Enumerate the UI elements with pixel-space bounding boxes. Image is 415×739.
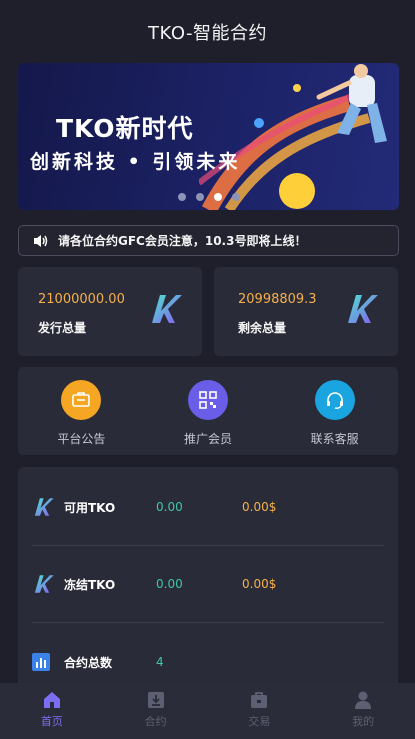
home-icon: [43, 692, 60, 708]
stat-card-remaining: 20998809.3 剩余总量: [214, 267, 398, 356]
tab-profile[interactable]: 我的: [311, 683, 415, 739]
action-announcement-label: 平台公告: [57, 432, 106, 446]
tko-logo-icon: [152, 295, 182, 323]
balance-panel: 可用TKO 0.00 0.00$ 冻结TKO 0.00 0.00$ 合约总数 4: [18, 467, 398, 697]
qrcode-icon: [187, 380, 228, 420]
tab-label: 合约: [144, 715, 167, 728]
stat-card-total-issued: 21000000.00 发行总量: [18, 267, 202, 356]
balance-value: 0.00$: [242, 577, 277, 591]
tab-label: 首页: [40, 715, 63, 728]
announcement-icon: [61, 380, 102, 420]
contract-icon: [147, 692, 164, 708]
carousel-dot[interactable]: [196, 193, 204, 201]
speaker-icon: [34, 234, 48, 247]
bar-chart-icon: [32, 653, 50, 671]
remaining-value: 20998809.3: [238, 292, 317, 307]
banner-illustration: [199, 64, 387, 210]
carousel-indicator: [178, 193, 240, 201]
tab-trade[interactable]: 交易: [208, 683, 312, 739]
carousel-dot[interactable]: [178, 193, 186, 201]
tko-logo-icon: [34, 498, 54, 516]
tko-logo-icon: [34, 575, 54, 593]
tab-home[interactable]: 首页: [0, 683, 104, 739]
carousel-dot-active[interactable]: [214, 193, 222, 201]
contract-total-label: 合约总数: [64, 655, 113, 670]
balance-amount: 0.00: [156, 577, 183, 591]
action-contact-support-label: 联系客服: [310, 432, 359, 446]
action-announcement[interactable]: 平台公告: [26, 380, 136, 447]
balance-name: 可用TKO: [64, 500, 116, 515]
row-divider: [32, 622, 384, 623]
balance-name: 冻结TKO: [64, 577, 116, 592]
total-issued-label: 发行总量: [38, 321, 87, 335]
banner-subtitle: 创新科技 • 引领未来: [30, 151, 241, 173]
row-divider: [32, 545, 384, 546]
user-icon: [355, 691, 372, 709]
carousel-dot[interactable]: [232, 193, 240, 201]
total-issued-value: 21000000.00: [38, 292, 125, 307]
action-promote-member-label: 推广会员: [183, 432, 232, 446]
notice-bar[interactable]: 请各位合约GFC会员注意，10.3号即将上线！: [18, 225, 399, 256]
balance-row-frozen[interactable]: 冻结TKO 0.00 0.00$: [32, 572, 384, 596]
headset-icon: [314, 380, 355, 420]
app-header: TKO-智能合约: [0, 0, 415, 64]
remaining-label: 剩余总量: [238, 321, 287, 335]
quick-actions-panel: 平台公告 推广会员 联系客服: [18, 367, 398, 455]
contract-total-row[interactable]: 合约总数 4: [32, 650, 384, 674]
contract-total-value: 4: [156, 655, 164, 669]
trade-icon: [251, 692, 268, 708]
banner-title: TKO新时代: [56, 114, 194, 143]
balance-amount: 0.00: [156, 500, 183, 514]
tab-contract[interactable]: 合约: [104, 683, 208, 739]
tab-label: 我的: [352, 715, 375, 728]
tab-label: 交易: [248, 715, 271, 728]
tko-logo-icon: [348, 295, 378, 323]
bottom-tab-bar: 首页 合约 交易 我的: [0, 683, 415, 739]
promo-banner[interactable]: TKO新时代 创新科技 • 引领未来: [18, 63, 399, 210]
action-promote-member[interactable]: 推广会员: [153, 380, 263, 447]
balance-value: 0.00$: [242, 500, 277, 514]
action-contact-support[interactable]: 联系客服: [280, 380, 390, 447]
page-title: TKO-智能合约: [148, 23, 267, 44]
notice-text: 请各位合约GFC会员注意，10.3号即将上线！: [58, 234, 307, 248]
balance-row-available[interactable]: 可用TKO 0.00 0.00$: [32, 495, 384, 519]
